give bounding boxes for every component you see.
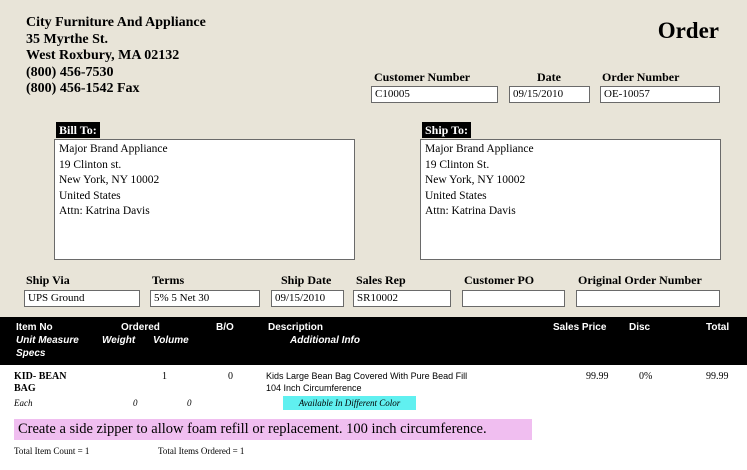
customer-po-field[interactable] [462, 290, 565, 307]
col-unit-measure: Unit Measure [16, 335, 79, 346]
backorder-qty: 0 [228, 371, 233, 382]
sales-rep-label: Sales Rep [356, 273, 406, 287]
ship-to-line: Attn: Katrina Davis [425, 205, 516, 217]
ship-via-label: Ship Via [26, 273, 70, 287]
bill-to-line: United States [59, 189, 121, 202]
terms-field[interactable]: 5% 5 Net 30 [150, 290, 260, 307]
col-disc: Disc [629, 322, 651, 333]
ship-to-line: 19 Clinton St. [425, 158, 490, 171]
item-description: Kids Large Bean Bag Covered With Pure Be… [266, 371, 468, 381]
unit-measure: Each [14, 398, 33, 408]
date-label: Date [537, 70, 561, 84]
ship-via-field[interactable]: UPS Ground [24, 290, 140, 307]
customer-number-label: Customer Number [374, 70, 471, 84]
col-ordered: Ordered [121, 322, 160, 333]
col-bo: B/O [216, 322, 234, 333]
line-total: 99.99 [706, 371, 729, 382]
item-no-cont: BAG [14, 383, 36, 394]
ship-to-label: Ship To: [422, 122, 472, 138]
ship-to-box[interactable]: Major Brand Appliance 19 Clinton St. New… [420, 139, 721, 260]
original-order-label: Original Order Number [578, 273, 702, 287]
company-city: West Roxbury, MA 02132 [26, 48, 180, 63]
order-number-label: Order Number [602, 70, 680, 84]
original-order-field[interactable] [576, 290, 720, 307]
col-sales-price: Sales Price [553, 322, 607, 333]
discount: 0% [639, 371, 653, 382]
page-title: Order [657, 18, 719, 43]
bill-to-line: Attn: Katrina Davis [59, 205, 150, 217]
item-no: KID- BEAN [14, 371, 67, 382]
sales-rep-field[interactable]: SR10002 [353, 290, 451, 307]
col-volume: Volume [153, 335, 189, 346]
ship-to-line: Major Brand Appliance [425, 143, 534, 155]
col-description: Description [268, 322, 324, 333]
bill-to-box[interactable]: Major Brand Appliance 19 Clinton st. New… [54, 139, 355, 260]
sales-price: 99.99 [586, 371, 609, 382]
ship-to-line: United States [425, 189, 487, 202]
company-phone: (800) 456-7530 [26, 64, 114, 80]
bill-to-line: Major Brand Appliance [59, 143, 168, 155]
ship-date-field[interactable]: 09/15/2010 [271, 290, 344, 307]
terms-label: Terms [152, 273, 185, 287]
col-additional-info: Additional Info [290, 335, 360, 346]
weight: 0 [133, 398, 138, 408]
ship-to-line: New York, NY 10002 [425, 174, 526, 186]
col-specs: Specs [16, 348, 46, 359]
order-number-field[interactable]: OE-10057 [600, 86, 720, 103]
ship-date-label: Ship Date [281, 273, 332, 287]
ordered-qty: 1 [162, 371, 167, 382]
col-total: Total [706, 322, 730, 333]
company-address: City Furniture And Appliance 35 Myrthe S… [26, 15, 206, 98]
company-name: City Furniture And Appliance [26, 15, 206, 30]
company-street: 35 Myrthe St. [26, 31, 109, 47]
total-items-ordered: Total Items Ordered = 1 [158, 446, 245, 456]
customer-number-field[interactable]: C10005 [371, 86, 498, 103]
item-description-cont: 104 Inch Circumference [266, 383, 362, 393]
col-weight: Weight [102, 335, 136, 346]
date-field[interactable]: 09/15/2010 [509, 86, 590, 103]
additional-info-badge: Available In Different Color [283, 396, 416, 410]
customer-po-label: Customer PO [464, 273, 535, 287]
col-item-no: Item No [16, 322, 53, 333]
item-specs-note: Create a side zipper to allow foam refil… [14, 419, 532, 440]
total-item-count: Total Item Count = 1 [14, 446, 90, 456]
bill-to-label: Bill To: [56, 122, 100, 138]
volume: 0 [187, 398, 192, 408]
company-fax: (800) 456-1542 Fax [26, 81, 140, 96]
bill-to-line: New York, NY 10002 [59, 174, 160, 186]
bill-to-line: 19 Clinton st. [59, 158, 122, 171]
line-items-header: Item No Ordered B/O Description Sales Pr… [0, 317, 747, 365]
